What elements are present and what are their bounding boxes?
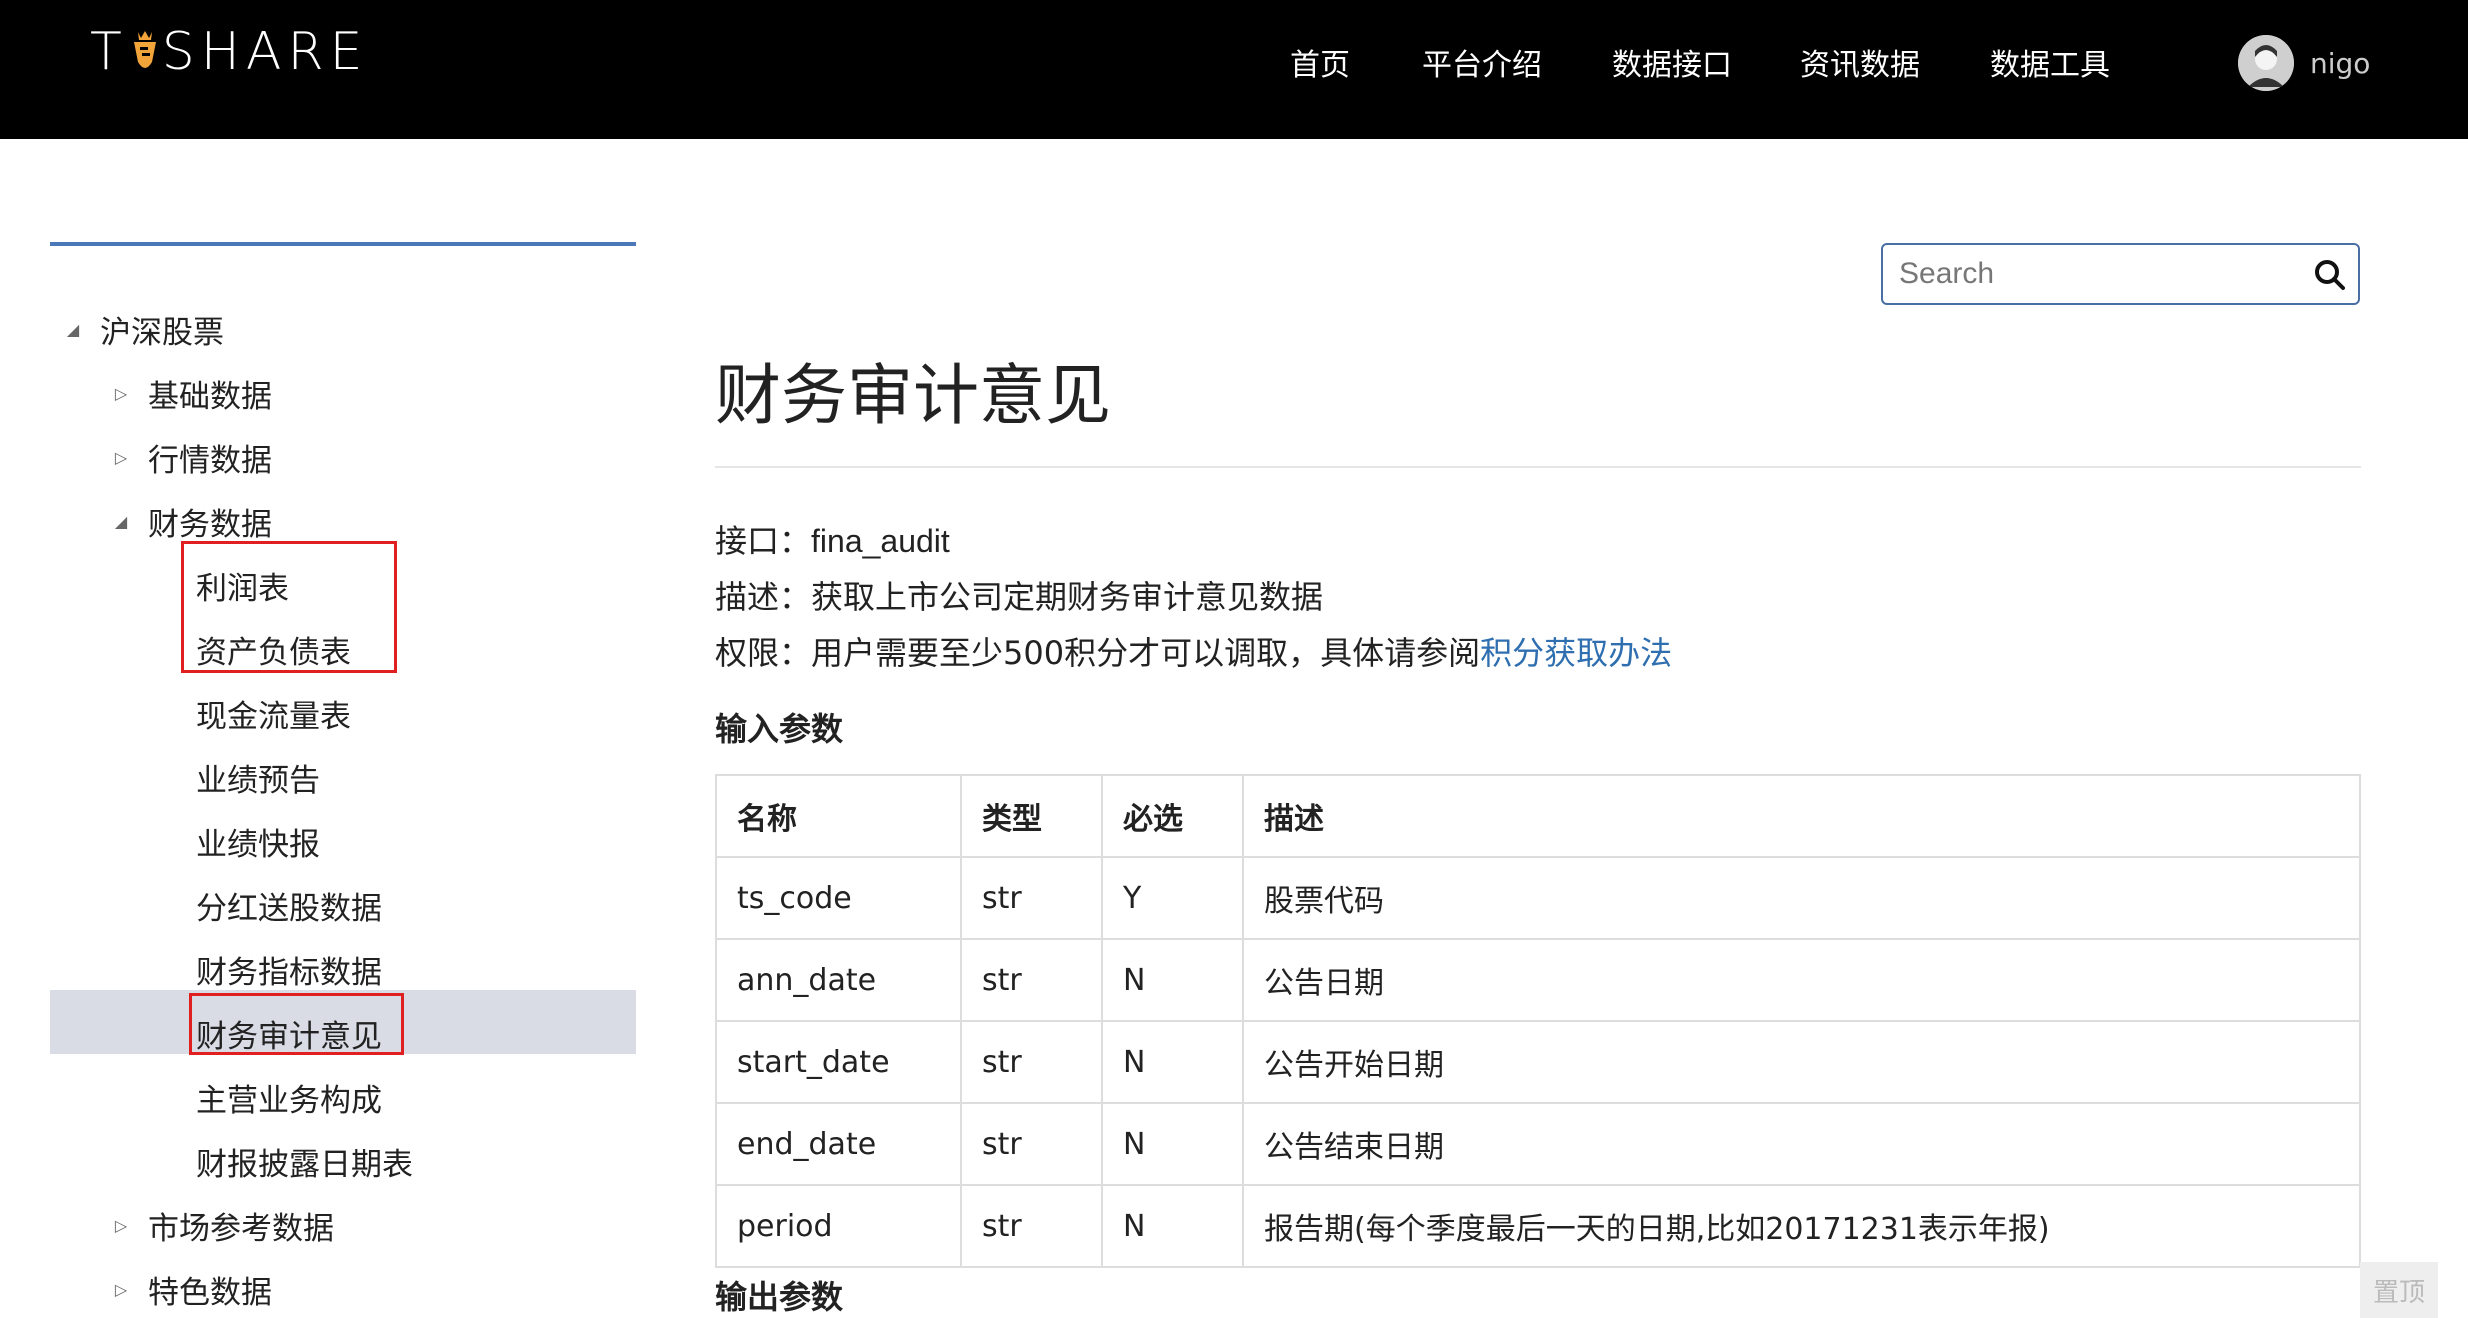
tree-node-label: 行情数据	[148, 442, 272, 479]
tree-node-label: 特色数据	[148, 1274, 272, 1311]
tree-node-sh-sz-stocks[interactable]: ◢ 沪深股票	[58, 299, 224, 359]
tree-leaf-main-business[interactable]: 主营业务构成	[196, 1067, 382, 1127]
table-cell: str	[960, 1184, 1103, 1268]
permission-line: 权限：用户需要至少500积分才可以调取，具体请参阅积分获取办法	[715, 628, 1672, 674]
table-cell: str	[960, 1020, 1103, 1104]
table-cell: start_date	[715, 1020, 962, 1104]
tree-leaf-label: 主营业务构成	[196, 1082, 382, 1119]
interface-label: 接口：	[715, 522, 812, 560]
table-header-row: 名称 类型 必选 描述	[715, 774, 2361, 858]
tree-leaf-dividend[interactable]: 分红送股数据	[196, 875, 382, 935]
logo-text-left: T	[90, 22, 128, 82]
expanded-arrow-icon[interactable]: ◢	[106, 512, 136, 531]
table-cell: 报告期(每个季度最后一天的日期,比如20171231表示年报)	[1242, 1184, 2361, 1268]
tree-leaf-label: 分红送股数据	[196, 890, 382, 927]
nav-platform-intro[interactable]: 平台介绍	[1422, 40, 1542, 84]
permission-value: 用户需要至少500积分才可以调取，具体请参阅	[811, 634, 1481, 672]
table-cell: 公告开始日期	[1242, 1020, 2361, 1104]
tree-leaf-fina-indicator[interactable]: 财务指标数据	[196, 939, 382, 999]
permission-label: 权限：	[715, 634, 812, 672]
tree-node-label: 市场参考数据	[148, 1210, 334, 1247]
description-value: 获取上市公司定期财务审计意见数据	[811, 578, 1324, 616]
table-row: period str N 报告期(每个季度最后一天的日期,比如20171231表…	[715, 1184, 2361, 1268]
tree-leaf-cash-flow[interactable]: 现金流量表	[196, 683, 351, 743]
table-cell: 股票代码	[1242, 856, 2361, 940]
table-row: end_date str N 公告结束日期	[715, 1102, 2361, 1186]
tree-leaf-label: 财务指标数据	[196, 954, 382, 991]
table-cell: 公告日期	[1242, 938, 2361, 1022]
description-label: 描述：	[715, 578, 812, 616]
username[interactable]: nigo	[2310, 47, 2370, 80]
table-header-cell: 类型	[960, 774, 1103, 858]
table-cell: Y	[1101, 856, 1244, 940]
table-cell: str	[960, 938, 1103, 1022]
collapsed-arrow-icon[interactable]: ▷	[106, 1216, 136, 1235]
tree-node-market-data[interactable]: ▷ 行情数据	[106, 427, 272, 487]
back-to-top-button[interactable]: 置顶	[2360, 1262, 2438, 1318]
table-cell: N	[1101, 1102, 1244, 1186]
table-cell: period	[715, 1184, 962, 1268]
nav-news-data[interactable]: 资讯数据	[1800, 40, 1920, 84]
sidebar-top-rule	[50, 242, 636, 246]
tree-leaf-label: 业绩预告	[196, 762, 320, 799]
collapsed-arrow-icon[interactable]: ▷	[106, 384, 136, 403]
highlight-box-income-balance	[181, 541, 397, 673]
tree-node-featured-data[interactable]: ▷ 特色数据	[106, 1259, 272, 1318]
carrot-icon	[133, 31, 156, 68]
output-params-heading: 输出参数	[715, 1278, 844, 1316]
tree-node-label: 财务数据	[148, 506, 272, 543]
description-line: 描述：获取上市公司定期财务审计意见数据	[715, 572, 1323, 618]
tree-node-label: 基础数据	[148, 378, 272, 415]
title-divider	[715, 466, 2361, 468]
table-cell: str	[960, 1102, 1103, 1186]
page-title: 财务审计意见	[715, 357, 1111, 434]
tree-leaf-label: 业绩快报	[196, 826, 320, 863]
tree-node-basic-data[interactable]: ▷ 基础数据	[106, 363, 272, 423]
user-menu[interactable]: nigo	[2238, 35, 2370, 91]
logo-text-right: SHARE	[161, 22, 369, 82]
avatar[interactable]	[2238, 35, 2294, 91]
table-cell: 公告结束日期	[1242, 1102, 2361, 1186]
tree-leaf-disclosure-date[interactable]: 财报披露日期表	[196, 1131, 413, 1191]
points-guide-link[interactable]: 积分获取办法	[1480, 634, 1672, 672]
table-row: ann_date str N 公告日期	[715, 938, 2361, 1022]
table-cell: N	[1101, 1020, 1244, 1104]
interface-value: fina_audit	[811, 523, 950, 559]
input-params-heading: 输入参数	[715, 710, 844, 748]
user-avatar-icon	[2238, 35, 2294, 91]
tree-leaf-label: 现金流量表	[196, 698, 351, 735]
table-cell: ann_date	[715, 938, 962, 1022]
interface-line: 接口：fina_audit	[715, 516, 950, 562]
input-params-table: 名称 类型 必选 描述 ts_code str Y 股票代码 ann_date …	[715, 774, 2361, 1268]
table-cell: end_date	[715, 1102, 962, 1186]
tree-node-label: 沪深股票	[100, 314, 224, 351]
table-cell: N	[1101, 1184, 1244, 1268]
highlight-box-fina-audit	[189, 993, 404, 1055]
table-header-cell: 描述	[1242, 774, 2361, 858]
table-cell: str	[960, 856, 1103, 940]
nav-data-api[interactable]: 数据接口	[1612, 40, 1732, 84]
table-row: start_date str N 公告开始日期	[715, 1020, 2361, 1104]
search-input[interactable]	[1883, 245, 2283, 303]
table-header-cell: 名称	[715, 774, 962, 858]
table-cell: ts_code	[715, 856, 962, 940]
nav-home[interactable]: 首页	[1290, 40, 1350, 84]
tushare-logo[interactable]: T SHARE	[90, 22, 368, 82]
nav-data-tools[interactable]: 数据工具	[1990, 40, 2110, 84]
table-row: ts_code str Y 股票代码	[715, 856, 2361, 940]
table-cell: N	[1101, 938, 1244, 1022]
collapsed-arrow-icon[interactable]: ▷	[106, 448, 136, 467]
top-navbar: T SHARE 首页 平台介绍 数据接口 资讯数据 数据工具 nigo	[0, 0, 2468, 139]
tree-leaf-express[interactable]: 业绩快报	[196, 811, 320, 871]
search-icon[interactable]	[2312, 257, 2348, 293]
expanded-arrow-icon[interactable]: ◢	[58, 320, 88, 339]
tree-node-market-reference[interactable]: ▷ 市场参考数据	[106, 1195, 334, 1255]
search-box[interactable]	[1881, 243, 2360, 305]
tree-leaf-forecast[interactable]: 业绩预告	[196, 747, 320, 807]
table-header-cell: 必选	[1101, 774, 1244, 858]
collapsed-arrow-icon[interactable]: ▷	[106, 1280, 136, 1299]
tree-leaf-label: 财报披露日期表	[196, 1146, 413, 1183]
